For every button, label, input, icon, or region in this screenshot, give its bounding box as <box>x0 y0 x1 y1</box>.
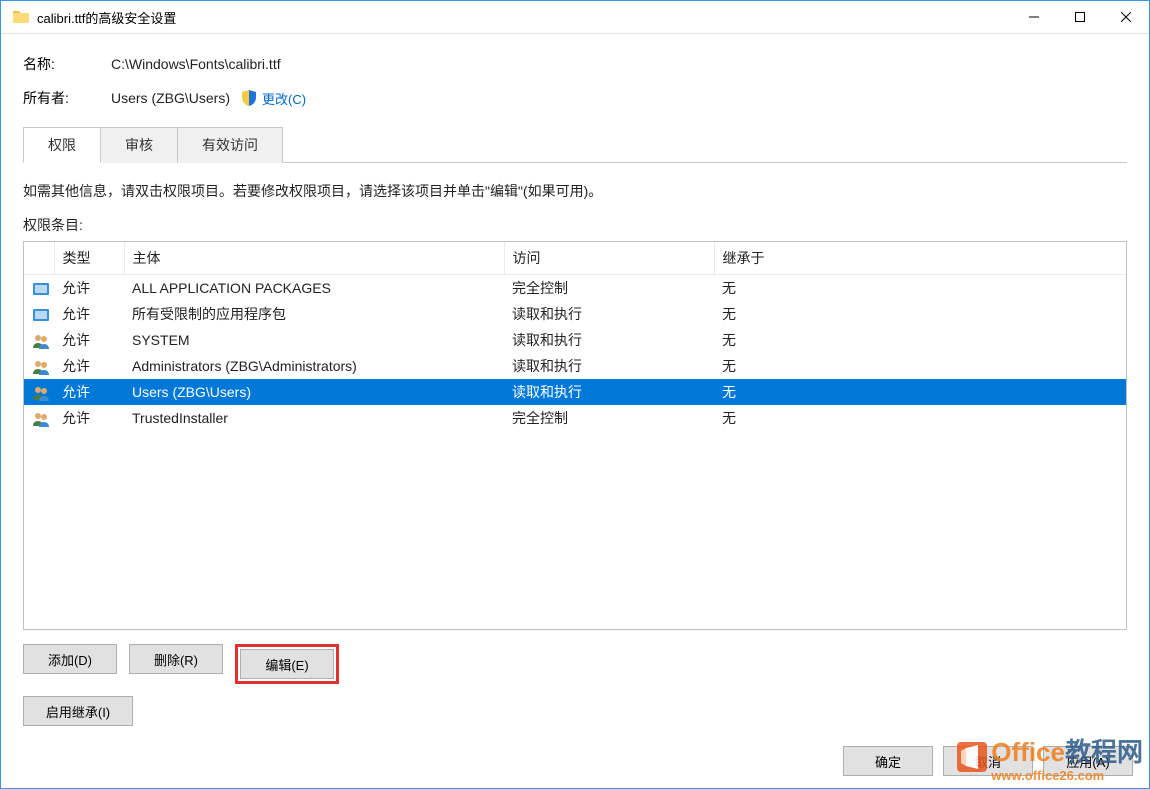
table-button-row: 添加(D) 删除(R) 编辑(E) <box>23 644 1127 684</box>
cell-inherited: 无 <box>714 301 1126 327</box>
window-title: calibri.ttf的高级安全设置 <box>37 8 176 27</box>
cell-access: 完全控制 <box>504 275 714 302</box>
maximize-button[interactable] <box>1057 1 1103 34</box>
group-icon <box>32 359 50 375</box>
edit-highlight: 编辑(E) <box>235 644 339 684</box>
col-type[interactable]: 类型 <box>54 242 124 275</box>
cell-principal: 所有受限制的应用程序包 <box>124 301 504 327</box>
folder-icon <box>11 7 31 27</box>
table-row[interactable]: 允许SYSTEM读取和执行无 <box>24 327 1126 353</box>
close-button[interactable] <box>1103 1 1149 34</box>
cell-type: 允许 <box>54 405 124 431</box>
col-access[interactable]: 访问 <box>504 242 714 275</box>
cell-inherited: 无 <box>714 275 1126 302</box>
advanced-security-window: calibri.ttf的高级安全设置 名称: C:\Windows\Fonts\… <box>0 0 1150 789</box>
table-row[interactable]: 允许所有受限制的应用程序包读取和执行无 <box>24 301 1126 327</box>
tab-bar: 权限 审核 有效访问 <box>23 126 1127 163</box>
tab-auditing[interactable]: 审核 <box>101 127 178 163</box>
table-row[interactable]: 允许Administrators (ZBG\Administrators)读取和… <box>24 353 1126 379</box>
tab-permissions-label: 权限 <box>48 137 76 153</box>
tab-auditing-label: 审核 <box>125 137 153 153</box>
package-icon <box>32 307 50 323</box>
description-text: 如需其他信息，请双击权限项目。若要修改权限项目，请选择该项目并单击"编辑"(如果… <box>23 181 1127 201</box>
entries-label: 权限条目: <box>23 215 1127 235</box>
cell-access: 读取和执行 <box>504 301 714 327</box>
shield-icon <box>240 89 258 107</box>
apply-button[interactable]: 应用(A) <box>1043 746 1133 776</box>
package-icon <box>32 281 50 297</box>
cell-inherited: 无 <box>714 379 1126 405</box>
group-icon <box>32 411 50 427</box>
cell-type: 允许 <box>54 275 124 302</box>
cell-access: 读取和执行 <box>504 353 714 379</box>
cell-principal: TrustedInstaller <box>124 405 504 431</box>
cell-principal: Administrators (ZBG\Administrators) <box>124 353 504 379</box>
enable-inheritance-button[interactable]: 启用继承(I) <box>23 696 133 726</box>
name-label: 名称: <box>23 54 111 74</box>
name-row: 名称: C:\Windows\Fonts\calibri.ttf <box>23 54 1127 74</box>
col-principal[interactable]: 主体 <box>124 242 504 275</box>
table-row[interactable]: 允许TrustedInstaller完全控制无 <box>24 405 1126 431</box>
group-icon <box>32 333 50 349</box>
cell-inherited: 无 <box>714 327 1126 353</box>
change-owner-link[interactable]: 更改(C) <box>240 89 306 108</box>
cell-type: 允许 <box>54 353 124 379</box>
minimize-button[interactable] <box>1011 1 1057 34</box>
tab-effective-label: 有效访问 <box>202 137 258 153</box>
cell-inherited: 无 <box>714 405 1126 431</box>
content-area: 名称: C:\Windows\Fonts\calibri.ttf 所有者: Us… <box>1 34 1149 738</box>
cell-access: 完全控制 <box>504 405 714 431</box>
ok-button[interactable]: 确定 <box>843 746 933 776</box>
tab-permissions[interactable]: 权限 <box>23 127 101 163</box>
cell-access: 读取和执行 <box>504 379 714 405</box>
titlebar: calibri.ttf的高级安全设置 <box>1 1 1149 34</box>
cell-access: 读取和执行 <box>504 327 714 353</box>
col-inherited[interactable]: 继承于 <box>714 242 1126 275</box>
table-header: 类型 主体 访问 继承于 <box>24 242 1126 275</box>
table-row[interactable]: 允许Users (ZBG\Users)读取和执行无 <box>24 379 1126 405</box>
cell-type: 允许 <box>54 301 124 327</box>
cell-principal: SYSTEM <box>124 327 504 353</box>
add-button[interactable]: 添加(D) <box>23 644 117 674</box>
table-row[interactable]: 允许ALL APPLICATION PACKAGES完全控制无 <box>24 275 1126 302</box>
tab-effective-access[interactable]: 有效访问 <box>178 127 283 163</box>
owner-value: Users (ZBG\Users) <box>111 90 230 106</box>
col-icon[interactable] <box>24 242 54 275</box>
cell-type: 允许 <box>54 379 124 405</box>
cell-principal: ALL APPLICATION PACKAGES <box>124 275 504 302</box>
change-owner-text: 更改(C) <box>262 89 306 108</box>
name-value: C:\Windows\Fonts\calibri.ttf <box>111 56 281 72</box>
inherit-row: 启用继承(I) <box>23 696 1127 726</box>
owner-label: 所有者: <box>23 88 111 108</box>
edit-button[interactable]: 编辑(E) <box>240 649 334 679</box>
cell-type: 允许 <box>54 327 124 353</box>
cell-inherited: 无 <box>714 353 1126 379</box>
owner-row: 所有者: Users (ZBG\Users) 更改(C) <box>23 88 1127 108</box>
group-icon <box>32 385 50 401</box>
dialog-footer: 确定 取消 应用(A) <box>1 738 1149 788</box>
cancel-button[interactable]: 取消 <box>943 746 1033 776</box>
table-body: 允许ALL APPLICATION PACKAGES完全控制无允许所有受限制的应… <box>24 275 1126 432</box>
remove-button[interactable]: 删除(R) <box>129 644 223 674</box>
permissions-table[interactable]: 类型 主体 访问 继承于 允许ALL APPLICATION PACKAGES完… <box>23 241 1127 630</box>
cell-principal: Users (ZBG\Users) <box>124 379 504 405</box>
